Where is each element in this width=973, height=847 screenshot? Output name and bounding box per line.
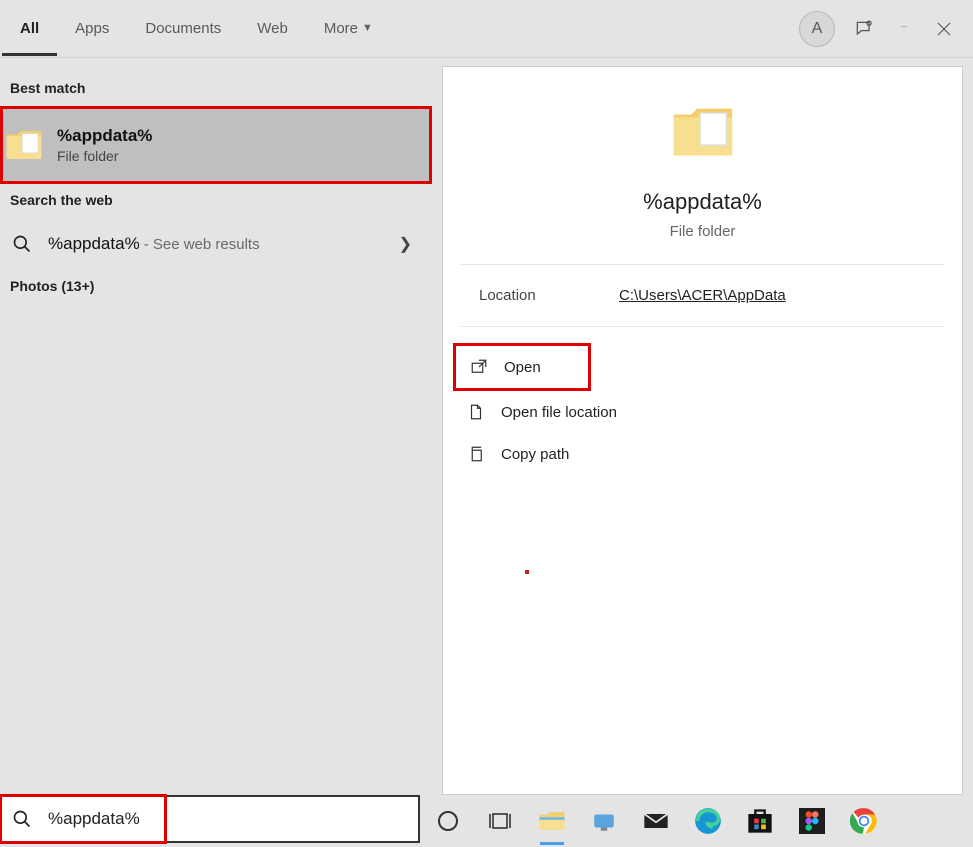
file-location-icon [465, 401, 487, 423]
location-label: Location [479, 287, 619, 304]
taskbar [420, 795, 973, 847]
photos-header[interactable]: Photos (13+) [0, 270, 432, 304]
edge-icon[interactable] [688, 801, 728, 841]
best-match-subtitle: File folder [57, 148, 152, 164]
tab-all[interactable]: All [2, 2, 57, 56]
folder-icon [3, 124, 45, 166]
detail-location-row: Location C:\Users\ACER\AppData [461, 265, 944, 327]
folder-icon [668, 97, 738, 167]
detail-subtitle: File folder [670, 223, 736, 240]
web-result-query: %appdata% [48, 234, 140, 254]
search-icon [10, 232, 34, 256]
copy-path-action[interactable]: Copy path [453, 433, 952, 475]
best-match-result[interactable]: %appdata% File folder [0, 106, 432, 184]
taskbar-search-bar[interactable] [0, 795, 420, 843]
task-view-icon[interactable] [480, 801, 520, 841]
tab-more[interactable]: More ▼ [306, 2, 391, 56]
open-action-label: Open [504, 359, 541, 376]
user-avatar[interactable]: A [799, 11, 835, 47]
open-file-location-label: Open file location [501, 404, 617, 421]
tab-documents[interactable]: Documents [127, 2, 239, 56]
annotation-dot [525, 570, 529, 574]
copy-icon [465, 443, 487, 465]
search-web-header: Search the web [0, 184, 432, 218]
tab-apps[interactable]: Apps [57, 2, 127, 56]
open-action[interactable]: Open [453, 343, 591, 391]
search-body: Best match %appdata% File folder Search … [0, 58, 973, 795]
detail-hero: %appdata% File folder [461, 67, 944, 265]
microsoft-store-icon[interactable] [740, 801, 780, 841]
web-result-row[interactable]: %appdata% - See web results ❯ [0, 218, 432, 270]
detail-column: %appdata% File folder Location C:\Users\… [432, 58, 973, 795]
search-bar-wrap [0, 795, 420, 847]
more-options-icon[interactable] [893, 18, 915, 40]
detail-card: %appdata% File folder Location C:\Users\… [442, 66, 963, 795]
open-icon [468, 356, 490, 378]
open-file-location-action[interactable]: Open file location [453, 391, 952, 433]
search-results-column: Best match %appdata% File folder Search … [0, 58, 432, 795]
location-value[interactable]: C:\Users\ACER\AppData [619, 287, 786, 304]
file-explorer-icon[interactable] [532, 801, 572, 841]
cortana-icon[interactable] [428, 801, 468, 841]
mail-icon[interactable] [636, 801, 676, 841]
search-tabs-header: All Apps Documents Web More ▼ A [0, 0, 973, 58]
close-icon[interactable] [933, 18, 955, 40]
search-icon [10, 807, 34, 831]
detail-actions: Open Open file location Copy path [443, 327, 962, 491]
detail-title: %appdata% [643, 189, 762, 215]
search-input[interactable] [48, 809, 410, 829]
chevron-down-icon: ▼ [362, 22, 373, 34]
best-match-text: %appdata% File folder [57, 126, 152, 164]
tab-more-label: More [324, 20, 358, 37]
best-match-header: Best match [0, 72, 432, 106]
chrome-icon[interactable] [844, 801, 884, 841]
feedback-icon[interactable] [853, 18, 875, 40]
web-result-hint: - See web results [144, 236, 260, 253]
tab-web[interactable]: Web [239, 2, 306, 56]
search-filter-tabs: All Apps Documents Web More ▼ [2, 2, 799, 56]
figma-icon[interactable] [792, 801, 832, 841]
settings-app-icon[interactable] [584, 801, 624, 841]
best-match-title: %appdata% [57, 126, 152, 146]
chevron-right-icon: ❯ [399, 234, 422, 254]
copy-path-label: Copy path [501, 446, 569, 463]
start-search-panel: All Apps Documents Web More ▼ A Best mat… [0, 0, 973, 795]
header-actions: A [799, 11, 971, 47]
